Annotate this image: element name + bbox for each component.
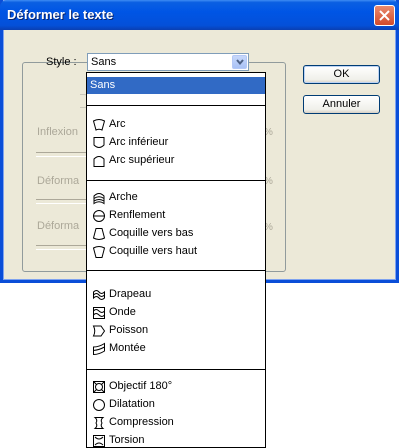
dropdown-item-label: Dilatation: [109, 398, 155, 410]
dropdown-item-arch[interactable]: Arche: [87, 189, 265, 206]
fisheye-icon: [92, 380, 106, 394]
close-icon: [379, 10, 390, 21]
style-label: Style :: [46, 56, 77, 68]
arc-icon: [92, 118, 106, 132]
dropdown-item-label: Compression: [109, 416, 174, 428]
arc-lower-icon: [92, 136, 106, 150]
chevron-down-icon: [236, 59, 244, 66]
dropdown-item-arc-lower[interactable]: Arc inférieur: [87, 134, 265, 151]
squeeze-icon: [92, 416, 106, 430]
dropdown-item-shell-lower[interactable]: Coquille vers bas: [87, 225, 265, 242]
arc-upper-icon: [92, 154, 106, 168]
rise-icon: [92, 342, 106, 356]
horizontal-distortion-label: Déforma: [37, 175, 80, 187]
fish-icon: [92, 324, 106, 338]
style-dropdown-list[interactable]: Sans Arc Arc inférieur Arc supérieur Arc…: [86, 72, 266, 448]
inflate-icon: [92, 398, 106, 412]
dropdown-item-label: Sans: [90, 79, 116, 91]
dropdown-item-rise[interactable]: Montée: [87, 340, 265, 357]
vertical-distortion-label: Déforma: [37, 220, 80, 232]
close-button[interactable]: [374, 5, 395, 26]
dropdown-item-label: Renflement: [109, 209, 166, 221]
bulge-icon: [92, 209, 106, 223]
twist-icon: [92, 434, 106, 447]
dropdown-item-arc[interactable]: Arc: [87, 116, 265, 133]
shell-lower-icon: [92, 227, 106, 241]
ok-button[interactable]: OK: [303, 65, 380, 84]
dialog-title: Déformer le texte: [7, 7, 114, 22]
dropdown-item-bulge[interactable]: Renflement: [87, 207, 265, 224]
style-select-value: Sans: [91, 56, 117, 68]
dropdown-item-label: Montée: [109, 342, 146, 354]
dropdown-item-label: Onde: [109, 306, 136, 318]
dropdown-item-label: Drapeau: [109, 288, 152, 300]
dropdown-item-label: Arc: [109, 118, 126, 130]
style-select[interactable]: Sans: [87, 53, 249, 71]
shell-upper-icon: [92, 245, 106, 259]
select-dropdown-button[interactable]: [232, 55, 247, 69]
dropdown-item-label: Arc supérieur: [109, 154, 175, 166]
dropdown-item-label: Coquille vers haut: [109, 245, 198, 257]
dropdown-item-label: Arc inférieur: [109, 136, 169, 148]
dropdown-item-fisheye[interactable]: Objectif 180°: [87, 378, 265, 395]
dropdown-item-wave[interactable]: Onde: [87, 304, 265, 321]
dropdown-item-shell-upper[interactable]: Coquille vers haut: [87, 243, 265, 260]
dropdown-item-arc-upper[interactable]: Arc supérieur: [87, 152, 265, 169]
dropdown-separator-gap: [87, 106, 265, 107]
dropdown-item-label: Torsion: [109, 434, 145, 446]
dropdown-item-label: Coquille vers bas: [109, 227, 194, 239]
dropdown-separator: [87, 369, 265, 370]
dropdown-item-inflate[interactable]: Dilatation: [87, 396, 265, 413]
dropdown-separator: [87, 180, 265, 181]
arch-icon: [92, 191, 106, 205]
cancel-button[interactable]: Annuler: [303, 95, 380, 114]
dropdown-item-squeeze[interactable]: Compression: [87, 414, 265, 431]
dropdown-separator: [87, 270, 265, 271]
flag-icon: [92, 288, 106, 302]
dropdown-item-none[interactable]: Sans: [87, 77, 265, 94]
dropdown-item-fish[interactable]: Poisson: [87, 322, 265, 339]
title-bar[interactable]: Déformer le texte: [0, 0, 399, 30]
dropdown-item-label: Objectif 180°: [109, 380, 173, 392]
dropdown-item-flag[interactable]: Drapeau: [87, 286, 265, 303]
dropdown-item-label: Arche: [109, 191, 138, 203]
dropdown-item-label: Poisson: [109, 324, 149, 336]
inflexion-label: Inflexion: [37, 126, 78, 138]
wave-icon: [92, 306, 106, 320]
dropdown-item-twist[interactable]: Torsion: [87, 432, 265, 447]
